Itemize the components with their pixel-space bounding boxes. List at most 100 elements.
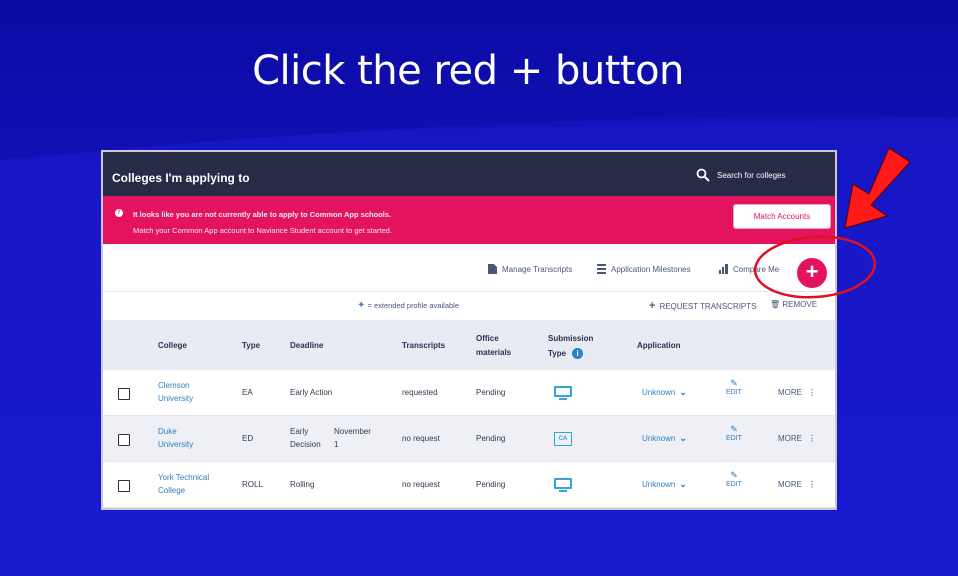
extended-profile-icon: ✦ [357, 300, 366, 311]
row-checkbox[interactable] [118, 480, 130, 492]
page-title: Colleges I'm applying to [112, 171, 250, 185]
checklist-icon [597, 264, 606, 274]
slide-title: Click the red + button [252, 48, 684, 94]
alert-banner: ! It looks like you are not currently ab… [103, 196, 835, 244]
info-icon[interactable]: i [572, 348, 584, 359]
compare-me-link[interactable]: Compare Me [719, 264, 779, 274]
trash-icon: 🗑 [770, 300, 781, 309]
plus-icon: + [649, 300, 656, 312]
more-button[interactable]: MORE ⋮ [778, 480, 816, 489]
college-link[interactable]: Duke University [158, 425, 193, 451]
col-submission-line2: Type [548, 349, 567, 358]
pencil-icon: ✎ [730, 470, 738, 480]
college-name-line2: College [158, 486, 186, 495]
match-accounts-button[interactable]: Match Accounts [733, 204, 831, 229]
chevron-down-icon: ⌄ [679, 387, 687, 397]
remove-label: REMOVE [782, 300, 818, 309]
table-row: York Technical College ROLL Rolling no r… [103, 462, 835, 508]
common-app-icon: CA [554, 432, 572, 446]
deadline-value: Early Decision [290, 425, 321, 451]
sub-toolbar: ✦ = extended profile available + REQUEST… [103, 292, 835, 320]
deadline-date-line1: November [334, 427, 371, 436]
deadline-value: Rolling [290, 480, 315, 489]
request-transcripts-label: REQUEST TRANSCRIPTS [659, 301, 757, 311]
col-transcripts: Transcripts [402, 341, 446, 350]
application-dropdown[interactable]: Unknown ⌄ [642, 432, 687, 445]
monitor-icon [554, 386, 572, 402]
edit-label: EDIT [726, 389, 742, 396]
application-status: Unknown [642, 388, 676, 397]
college-name-line2: University [158, 440, 194, 449]
transcripts-value: requested [402, 388, 438, 397]
edit-button[interactable]: ✎ EDIT [726, 470, 742, 488]
edit-button[interactable]: ✎ EDIT [726, 378, 742, 396]
table-row: Clemson University EA Early Action reque… [103, 370, 835, 416]
red-arrow-icon [844, 147, 911, 229]
col-college: College [158, 341, 187, 350]
application-dropdown[interactable]: Unknown ⌄ [642, 386, 687, 399]
college-name-line1: Duke [158, 427, 177, 436]
transcripts-value: no request [402, 434, 440, 443]
top-bar: Colleges I'm applying to Search for coll… [103, 152, 835, 196]
table-header: College Type Deadline Transcripts Office… [103, 320, 835, 370]
more-button[interactable]: MORE ⋮ [778, 434, 816, 443]
edit-button[interactable]: ✎ EDIT [726, 424, 742, 442]
type-value: ROLL [242, 480, 263, 489]
col-submission-line1: Submission [548, 334, 594, 343]
college-link[interactable]: Clemson University [158, 379, 193, 405]
row-checkbox[interactable] [118, 388, 130, 400]
manage-transcripts-link[interactable]: Manage Transcripts [488, 264, 572, 274]
kebab-icon: ⋮ [808, 434, 816, 443]
deadline-line2: Decision [290, 440, 321, 449]
alert-instructions: Match your Common App account to Navianc… [133, 226, 392, 235]
application-status: Unknown [642, 480, 676, 489]
col-office-line2: materials [476, 348, 512, 357]
deadline-date: November 1 [334, 425, 371, 451]
office-value: Pending [476, 388, 506, 397]
kebab-icon: ⋮ [808, 480, 816, 489]
table-row: Duke University ED Early Decision Novemb… [103, 416, 835, 462]
remove-button[interactable]: 🗑 REMOVE [770, 300, 817, 309]
extended-profile-text: = extended profile available [367, 301, 460, 310]
alert-message: It looks like you are not currently able… [133, 210, 392, 219]
more-label: MORE [778, 388, 802, 397]
transcripts-value: no request [402, 480, 440, 489]
office-value: Pending [476, 480, 506, 489]
type-value: ED [242, 434, 254, 443]
col-type: Type [242, 341, 261, 350]
row-checkbox[interactable] [118, 434, 130, 446]
deadline-value: Early Action [290, 388, 333, 397]
manage-transcripts-label: Manage Transcripts [502, 264, 573, 274]
college-link[interactable]: York Technical College [158, 471, 209, 497]
search-icon [696, 168, 710, 182]
compare-me-label: Compare Me [733, 264, 780, 274]
type-value: EA [242, 388, 253, 397]
chevron-down-icon: ⌄ [679, 433, 687, 443]
more-button[interactable]: MORE ⋮ [778, 388, 816, 397]
kebab-icon: ⋮ [808, 388, 816, 397]
toolbar: Manage Transcripts Application Milestone… [103, 244, 835, 292]
app-screenshot: Colleges I'm applying to Search for coll… [101, 150, 837, 510]
edit-label: EDIT [726, 481, 742, 488]
application-milestones-link[interactable]: Application Milestones [597, 264, 691, 274]
deadline-line1: Early [290, 427, 309, 436]
more-label: MORE [778, 434, 802, 443]
application-status: Unknown [642, 434, 676, 443]
add-college-button[interactable]: + [797, 258, 827, 288]
search-colleges[interactable]: Search for colleges [696, 168, 785, 182]
col-submission-type: Type i [548, 348, 584, 359]
application-dropdown[interactable]: Unknown ⌄ [642, 478, 687, 491]
college-name-line1: York Technical [158, 473, 210, 482]
application-milestones-label: Application Milestones [611, 264, 691, 274]
deadline-date-line2: 1 [334, 440, 339, 449]
document-icon [488, 264, 497, 274]
monitor-icon [554, 478, 572, 494]
request-transcripts-button[interactable]: + REQUEST TRANSCRIPTS [649, 300, 757, 312]
extended-profile-note: ✦ = extended profile available [357, 300, 459, 311]
info-icon: ! [115, 209, 123, 217]
pencil-icon: ✎ [730, 424, 738, 434]
bar-chart-icon [719, 264, 728, 274]
office-value: Pending [476, 434, 506, 443]
col-application: Application [637, 341, 681, 350]
edit-label: EDIT [726, 435, 742, 442]
